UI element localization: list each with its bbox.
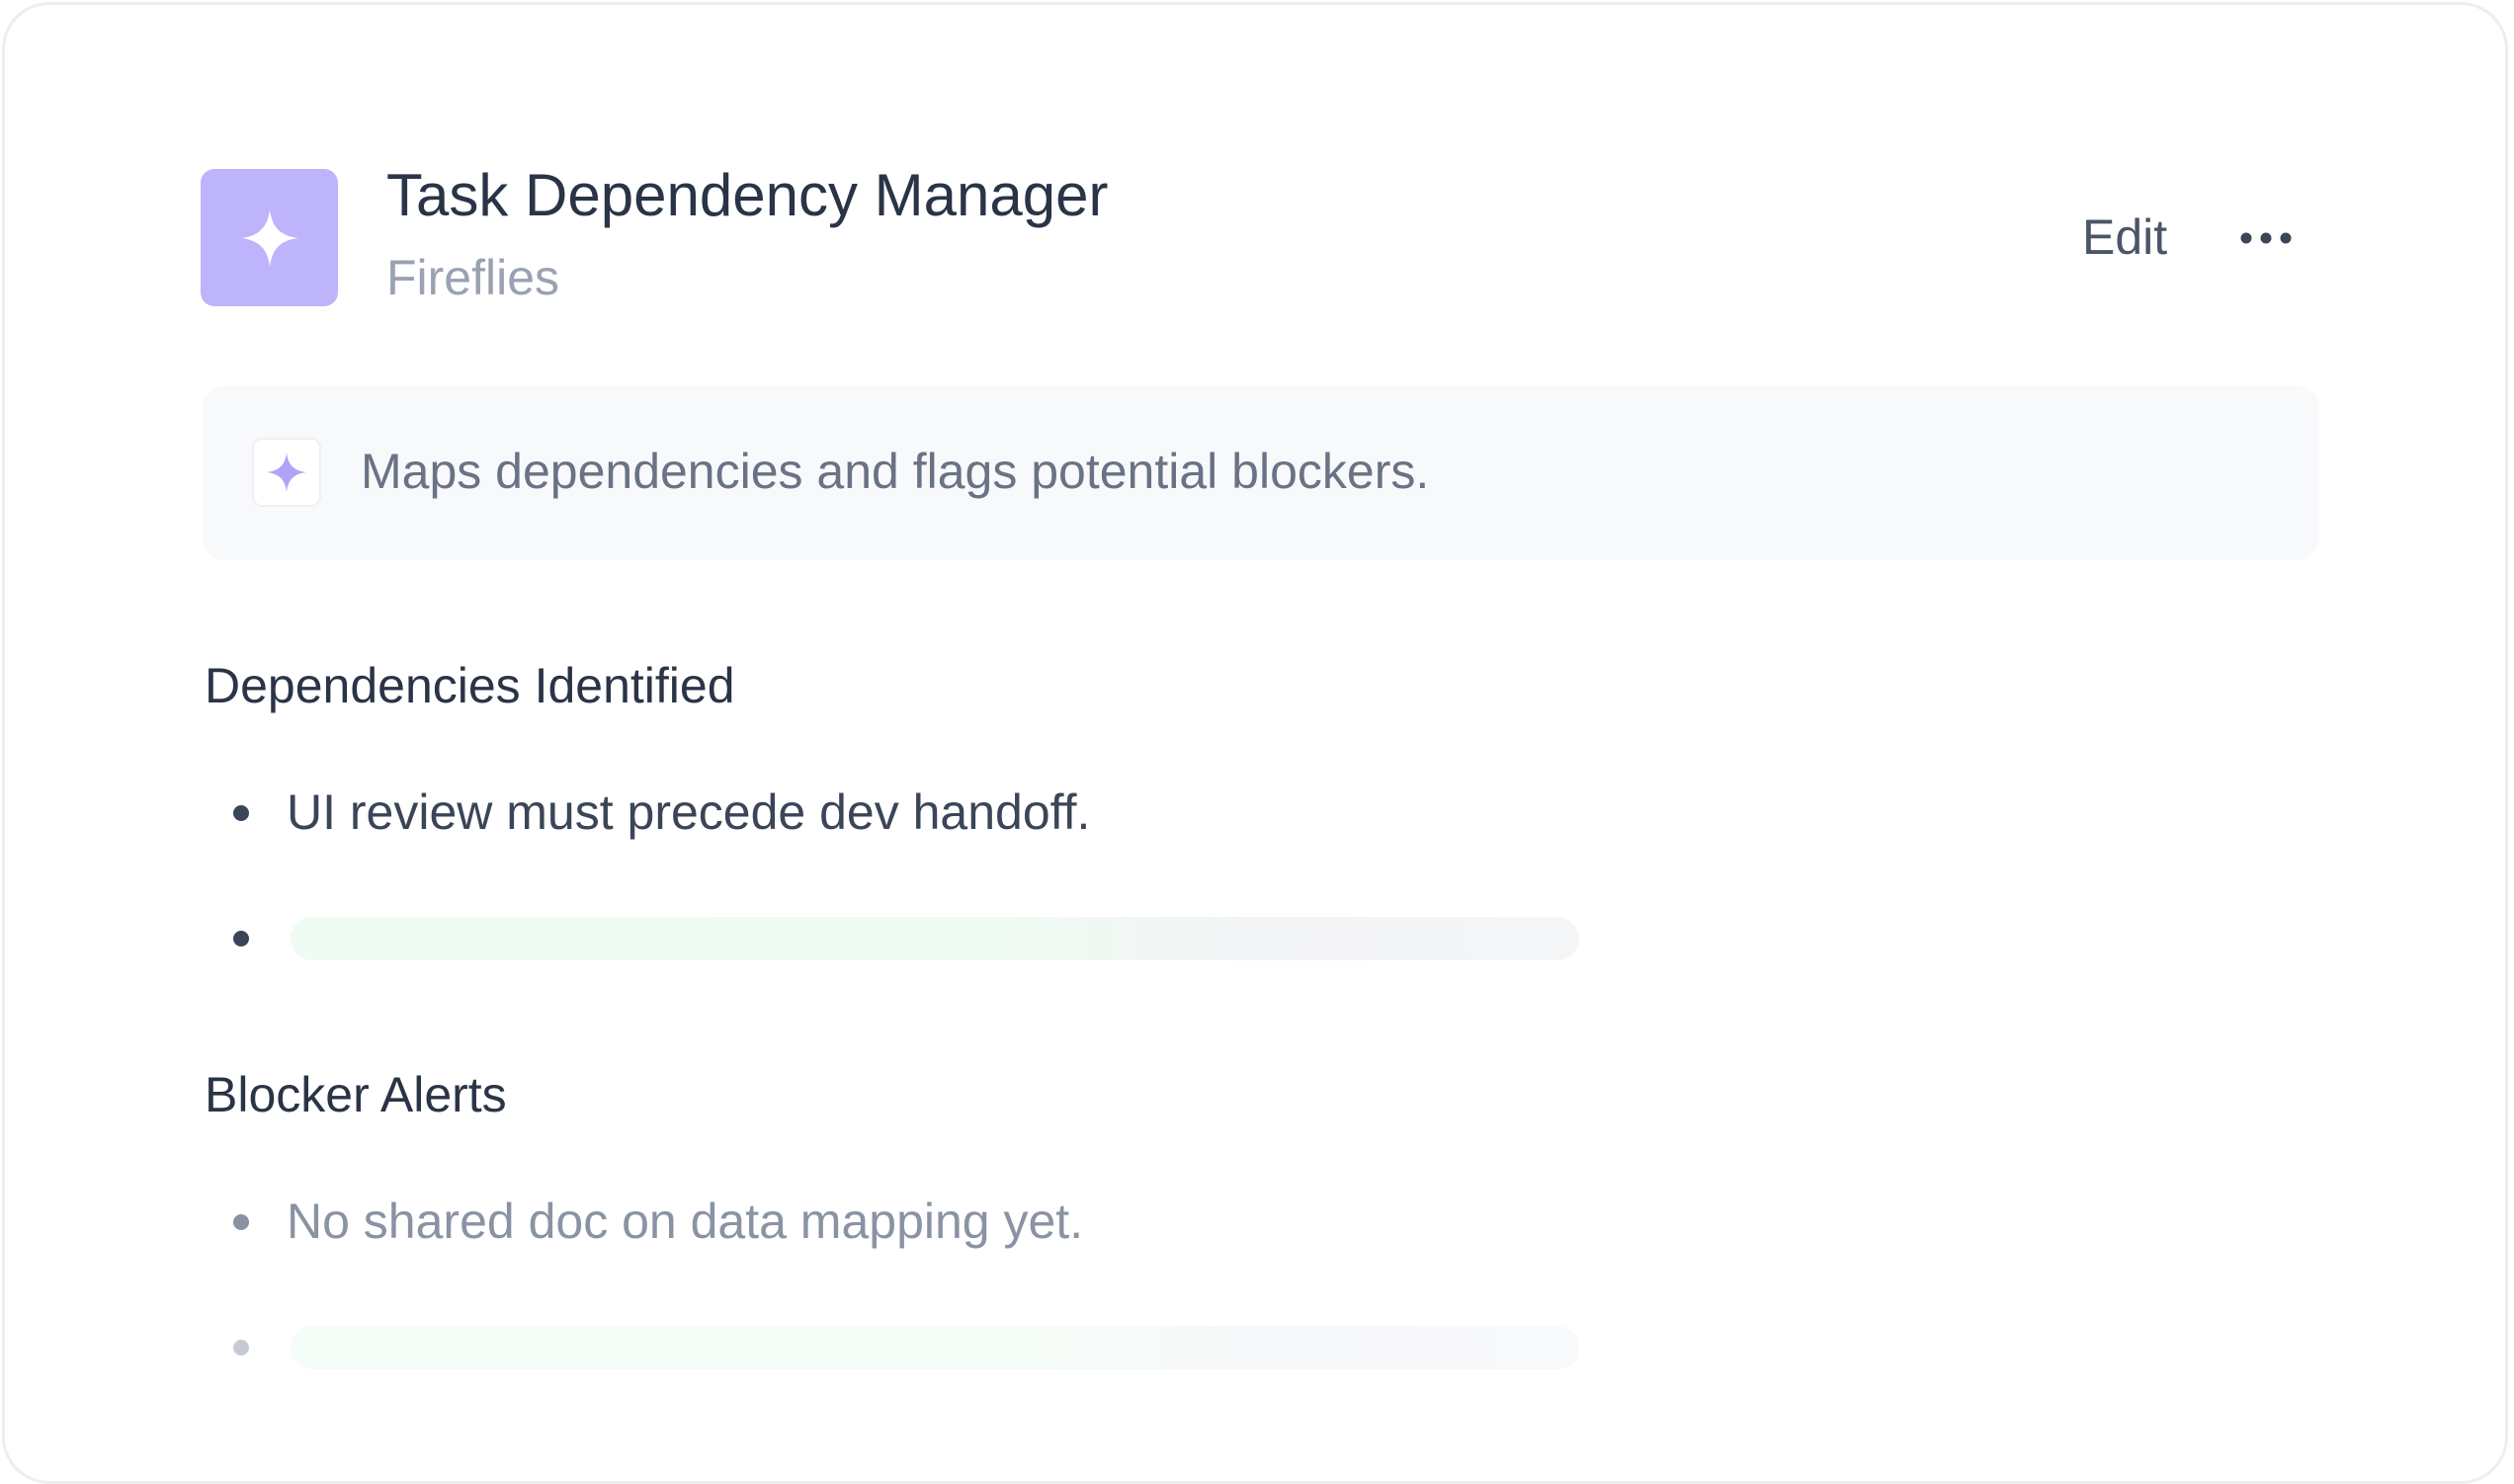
- summary-text: Maps dependencies and flags potential bl…: [361, 444, 1430, 499]
- sparkle-icon: [240, 208, 298, 267]
- list-bullet: [233, 1214, 249, 1230]
- list-bullet: [233, 1340, 249, 1356]
- list-bullet: [233, 931, 249, 947]
- agent-card: Task Dependency Manager Fireflies Edit M…: [2, 2, 2508, 1484]
- loading-skeleton: [291, 917, 1579, 960]
- sparkle-icon: [267, 453, 306, 492]
- list-bullet: [233, 805, 249, 821]
- section-heading-dependencies: Dependencies Identified: [205, 658, 735, 713]
- app-subtitle: Fireflies: [386, 250, 560, 305]
- app-icon: [201, 169, 338, 306]
- loading-skeleton: [291, 1326, 1579, 1369]
- more-button[interactable]: [2236, 216, 2296, 260]
- app-title: Task Dependency Manager: [386, 162, 1109, 228]
- edit-button[interactable]: Edit: [2082, 207, 2167, 267]
- more-horizontal-icon: [2240, 232, 2292, 244]
- summary-icon: [252, 438, 321, 507]
- section-heading-blockers: Blocker Alerts: [205, 1067, 507, 1122]
- summary-box: Maps dependencies and flags potential bl…: [203, 386, 2319, 560]
- list-item: UI review must precede dev handoff.: [287, 784, 1091, 840]
- list-item: No shared doc on data mapping yet.: [287, 1194, 1084, 1249]
